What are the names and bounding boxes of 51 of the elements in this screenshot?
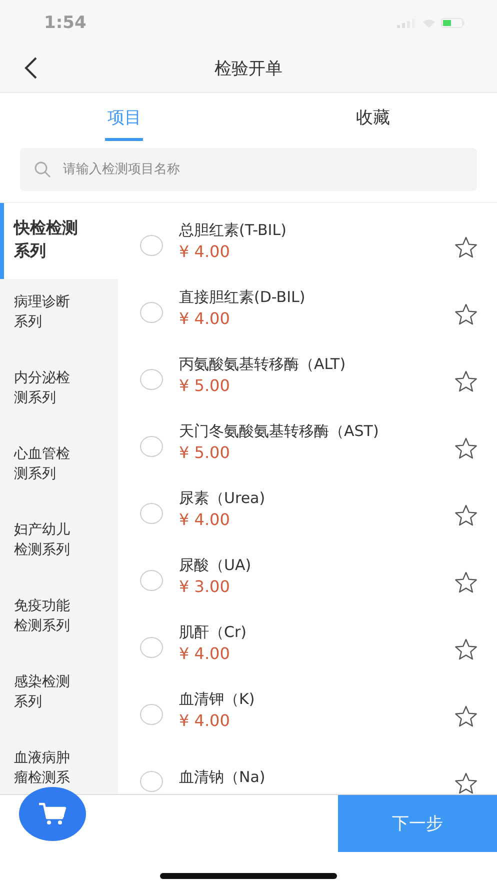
category-item[interactable]: 快检检测系列	[0, 203, 118, 279]
back-icon[interactable]	[24, 57, 38, 79]
item-price: ¥ 5.00	[179, 375, 231, 397]
signal-icon	[397, 18, 417, 28]
item-price: ¥ 5.00	[179, 442, 231, 464]
radio-button[interactable]	[140, 302, 163, 323]
star-icon[interactable]	[454, 370, 478, 393]
item-price: ¥ 4.00	[179, 509, 231, 531]
star-icon[interactable]	[454, 571, 478, 594]
radio-button[interactable]	[140, 235, 163, 256]
radio-button[interactable]	[140, 704, 163, 725]
item-name: 天门冬氨酸氨基转移酶（AST)	[179, 421, 380, 442]
item-name: 尿素（Urea)	[179, 488, 266, 509]
radio-button[interactable]	[140, 436, 163, 457]
item-name: 丙氨酸氨基转移酶（ALT)	[179, 354, 347, 375]
category-item[interactable]: 病理诊断系列	[0, 279, 118, 355]
item-name: 直接胆红素(D-BIL)	[179, 287, 306, 308]
search-field[interactable]: 请输入检测项目名称	[20, 148, 477, 191]
battery-icon	[441, 18, 465, 28]
item-price: ¥ 3.00	[179, 576, 231, 598]
item-name: 尿酸（UA)	[179, 555, 252, 576]
radio-button[interactable]	[140, 369, 163, 390]
item-price: ¥ 4.00	[179, 308, 231, 330]
item-price: ¥ 4.00	[179, 241, 231, 263]
item-name: 总胆红素(T-BIL)	[179, 220, 288, 241]
radio-button[interactable]	[140, 503, 163, 524]
item-price: ¥ 4.00	[179, 710, 231, 732]
star-icon[interactable]	[454, 437, 478, 460]
star-icon[interactable]	[454, 303, 478, 326]
item-price: ¥ 4.00	[179, 643, 231, 665]
status-time: 1:54	[44, 12, 86, 32]
radio-button[interactable]	[140, 637, 163, 658]
category-item[interactable]: 血液病肿瘤检测系	[0, 735, 118, 794]
star-icon[interactable]	[454, 705, 478, 728]
category-item[interactable]: 心血管检测系列	[0, 431, 118, 507]
star-icon[interactable]	[454, 236, 478, 259]
cart-icon	[38, 802, 68, 826]
star-icon[interactable]	[454, 772, 478, 794]
radio-button[interactable]	[140, 771, 163, 792]
page-title: 检验开单	[214, 58, 282, 80]
item-name: 血清钠（Na)	[179, 767, 266, 788]
star-icon[interactable]	[454, 638, 478, 661]
radio-button[interactable]	[140, 570, 163, 591]
category-item[interactable]: 妇产幼儿检测系列	[0, 507, 118, 583]
item-name: 血清钾（K)	[179, 689, 256, 710]
item-name: 肌酐（Cr)	[179, 622, 248, 643]
category-item[interactable]: 免疫功能检测系列	[0, 583, 118, 659]
category-item[interactable]: 内分泌检测系列	[0, 355, 118, 431]
category-item[interactable]: 感染检测系列	[0, 659, 118, 735]
tab[interactable]: 收藏	[354, 97, 392, 141]
star-icon[interactable]	[454, 504, 478, 527]
